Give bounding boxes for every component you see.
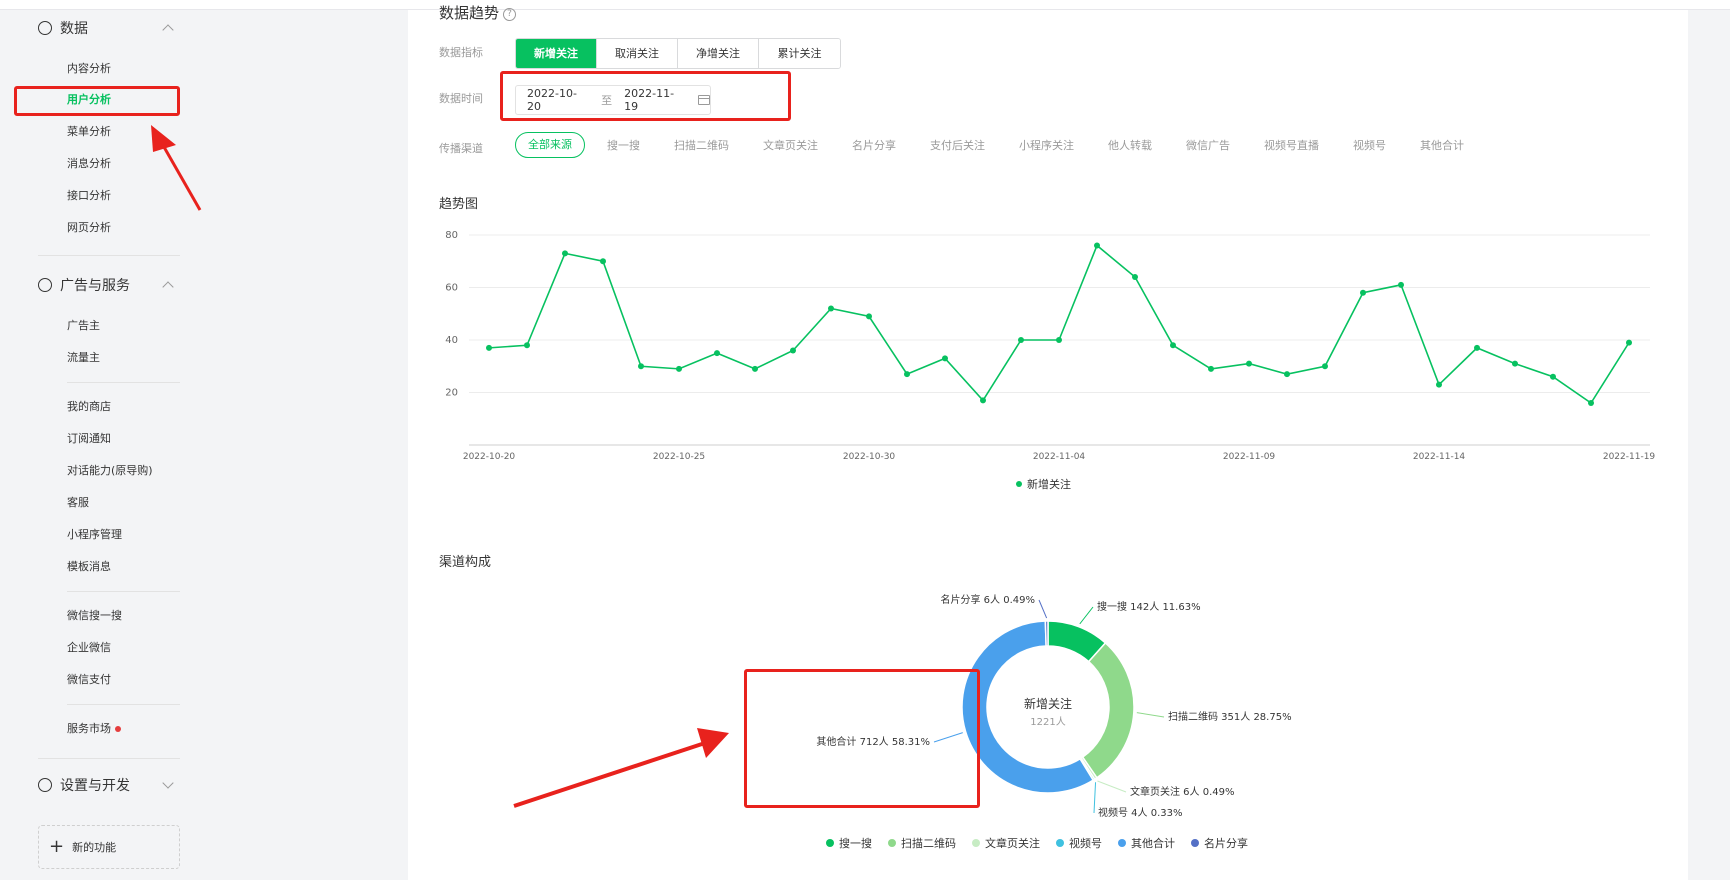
channel-chip[interactable]: 微信广告 xyxy=(1186,137,1230,153)
sidebar-item-customer-service[interactable]: 客服 xyxy=(67,494,89,512)
sidebar-item-content-analysis[interactable]: 内容分析 xyxy=(67,60,111,78)
sidebar-item-webpage-analysis[interactable]: 网页分析 xyxy=(67,219,111,237)
legend-item[interactable]: 其他合计 xyxy=(1118,835,1175,851)
channel-label: 传播渠道 xyxy=(439,142,483,155)
annotation-box-date xyxy=(500,71,791,121)
legend-item[interactable]: 搜一搜 xyxy=(826,835,872,851)
page-title-text: 数据趋势 xyxy=(439,4,500,22)
sidebar-divider xyxy=(38,255,180,256)
legend-item[interactable]: 名片分享 xyxy=(1191,835,1248,851)
new-feature-button[interactable]: + 新的功能 xyxy=(38,825,180,869)
channel-chip[interactable]: 搜一搜 xyxy=(607,137,640,153)
legend-dot xyxy=(1191,839,1199,847)
legend-item[interactable]: 扫描二维码 xyxy=(888,835,956,851)
sidebar-section-label: 设置与开发 xyxy=(60,778,130,794)
channel-chip[interactable]: 其他合计 xyxy=(1420,137,1464,153)
channel-chip[interactable]: 他人转载 xyxy=(1108,137,1152,153)
notification-dot xyxy=(115,726,121,732)
trend-title: 趋势图 xyxy=(439,197,479,212)
sidebar-item-wechat-pay[interactable]: 微信支付 xyxy=(67,671,111,689)
sidebar-section-settings[interactable]: 设置与开发 xyxy=(38,770,180,800)
channel-chip[interactable]: 扫描二维码 xyxy=(674,137,729,153)
sidebar-divider xyxy=(67,382,180,383)
donut-legend: 搜一搜 扫描二维码 文章页关注 视频号 其他合计 名片分享 xyxy=(826,835,1264,851)
legend-dot xyxy=(826,839,834,847)
legend-dot xyxy=(1118,839,1126,847)
channel-chip[interactable]: 视频号 xyxy=(1353,137,1386,153)
sidebar-section-ads[interactable]: 广告与服务 xyxy=(38,270,180,300)
annotation-box-other xyxy=(744,669,980,808)
legend-label: 名片分享 xyxy=(1204,837,1248,850)
plus-icon: + xyxy=(49,836,65,857)
chevron-up-icon[interactable] xyxy=(162,281,174,293)
channel-chip[interactable]: 全部来源 xyxy=(515,132,585,158)
sidebar-divider xyxy=(38,758,180,759)
top-bar xyxy=(0,0,1730,10)
pie-chart-icon xyxy=(38,21,52,35)
sidebar-item-service-market[interactable]: 服务市场 xyxy=(67,720,121,738)
sidebar-item-message-analysis[interactable]: 消息分析 xyxy=(67,155,111,173)
chevron-down-icon[interactable] xyxy=(162,777,174,789)
sidebar-divider xyxy=(67,704,180,705)
sidebar-divider xyxy=(67,591,180,592)
sidebar-item-menu-analysis[interactable]: 菜单分析 xyxy=(67,123,111,141)
sidebar-item-miniprogram[interactable]: 小程序管理 xyxy=(67,526,122,544)
chevron-up-icon[interactable] xyxy=(162,24,174,36)
sidebar-item-dialog[interactable]: 对话能力(原导购) xyxy=(67,462,153,480)
sidebar-item-advertiser[interactable]: 广告主 xyxy=(67,317,100,335)
legend-dot xyxy=(972,839,980,847)
help-icon[interactable]: ? xyxy=(503,8,517,21)
line-legend-label: 新增关注 xyxy=(1027,478,1071,491)
sidebar-item-wecom[interactable]: 企业微信 xyxy=(67,639,111,657)
legend-label: 其他合计 xyxy=(1131,837,1175,850)
app-root: 数据 内容分析 用户分析 菜单分析 消息分析 接口分析 网页分析 广告与服务 广… xyxy=(0,0,1730,880)
sidebar-section-data[interactable]: 数据 xyxy=(38,13,180,43)
tab-total-follow[interactable]: 累计关注 xyxy=(759,39,840,68)
composition-title: 渠道构成 xyxy=(439,555,492,570)
sidebar-section-label: 数据 xyxy=(60,21,88,37)
page-title: 数据趋势? xyxy=(439,2,517,22)
gear-icon xyxy=(38,778,52,792)
tab-new-follow[interactable]: 新增关注 xyxy=(516,39,597,68)
channel-filter: 全部来源 搜一搜 扫描二维码 文章页关注 名片分享 支付后关注 小程序关注 他人转载 微信广告 视… xyxy=(515,132,1498,158)
new-feature-label: 新的功能 xyxy=(72,841,117,854)
sidebar-item-template-msg[interactable]: 模板消息 xyxy=(67,558,111,576)
legend-dot xyxy=(1016,481,1022,487)
time-label: 数据时间 xyxy=(439,92,483,105)
metric-tabs: 新增关注 取消关注 净增关注 累计关注 xyxy=(515,38,841,69)
metric-label: 数据指标 xyxy=(439,46,483,59)
service-market-label: 服务市场 xyxy=(67,722,111,735)
channel-chip[interactable]: 小程序关注 xyxy=(1019,137,1074,153)
sidebar-item-api-analysis[interactable]: 接口分析 xyxy=(67,187,111,205)
channel-chip[interactable]: 文章页关注 xyxy=(763,137,818,153)
legend-label: 搜一搜 xyxy=(839,837,872,850)
sidebar-item-publisher[interactable]: 流量主 xyxy=(67,349,100,367)
channel-chip[interactable]: 视频号直播 xyxy=(1264,137,1319,153)
line-legend: 新增关注 xyxy=(1016,476,1071,492)
legend-dot xyxy=(888,839,896,847)
compass-icon xyxy=(38,278,52,292)
legend-label: 视频号 xyxy=(1069,837,1102,850)
legend-item[interactable]: 视频号 xyxy=(1056,835,1102,851)
sidebar-item-my-store[interactable]: 我的商店 xyxy=(67,398,111,416)
legend-item[interactable]: 文章页关注 xyxy=(972,835,1040,851)
sidebar-item-wechat-search[interactable]: 微信搜一搜 xyxy=(67,607,122,625)
sidebar-item-subscription[interactable]: 订阅通知 xyxy=(67,430,111,448)
sidebar-section-label: 广告与服务 xyxy=(60,278,130,294)
channel-chip[interactable]: 支付后关注 xyxy=(930,137,985,153)
tab-net-follow[interactable]: 净增关注 xyxy=(678,39,759,68)
legend-label: 扫描二维码 xyxy=(901,837,956,850)
legend-label: 文章页关注 xyxy=(985,837,1040,850)
tab-unfollow[interactable]: 取消关注 xyxy=(597,39,678,68)
annotation-box-user-analysis xyxy=(14,86,180,116)
channel-chip[interactable]: 名片分享 xyxy=(852,137,896,153)
legend-dot xyxy=(1056,839,1064,847)
